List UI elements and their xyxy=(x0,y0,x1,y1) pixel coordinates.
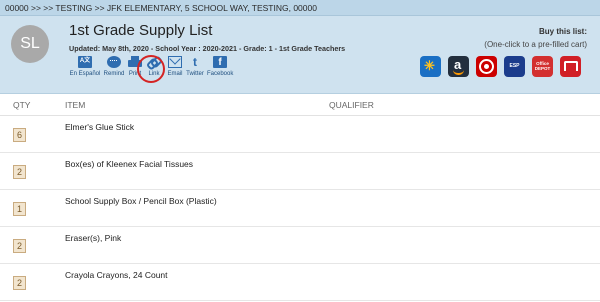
buy-subtitle: (One-click to a pre-filled cart) xyxy=(484,40,587,49)
target-button[interactable] xyxy=(476,56,497,77)
qty-badge: 6 xyxy=(13,128,26,142)
table-header: QTY ITEM QUALIFIER xyxy=(0,94,600,116)
office-depot-icon: Office DEPOT xyxy=(534,61,551,71)
table-row: 2 Box(es) of Kleenex Facial Tissues xyxy=(0,153,600,190)
walmart-button[interactable]: ✳ xyxy=(420,56,441,77)
en-espanol-button[interactable]: A文 En Español xyxy=(69,56,101,77)
store-buttons: ✳ a ESP Office DEPOT xyxy=(420,56,590,78)
link-button[interactable]: Link xyxy=(146,56,162,77)
link-icon xyxy=(147,56,161,68)
table-row: 2 Crayola Crayons, 24 Count xyxy=(0,264,600,301)
action-label: Print xyxy=(128,71,142,77)
translate-icon: A文 xyxy=(78,56,92,68)
email-button[interactable]: Email xyxy=(164,56,186,77)
list-header: SL 1st Grade Supply List Updated: May 8t… xyxy=(0,16,600,94)
table-row: 6 Elmer's Glue Stick xyxy=(0,116,600,153)
staples-button[interactable] xyxy=(560,56,581,77)
qty-badge: 2 xyxy=(13,276,26,290)
table-row: 2 Eraser(s), Pink xyxy=(0,227,600,264)
remind-icon xyxy=(107,56,121,68)
item-name: School Supply Box / Pencil Box (Plastic) xyxy=(65,196,217,206)
print-icon xyxy=(128,56,142,68)
qty-badge: 2 xyxy=(13,239,26,253)
table-row: 1 School Supply Box / Pencil Box (Plasti… xyxy=(0,190,600,227)
item-column-header: ITEM xyxy=(65,100,86,110)
walmart-icon: ✳ xyxy=(424,58,435,73)
item-name: Eraser(s), Pink xyxy=(65,233,122,243)
twitter-icon: t xyxy=(193,55,197,69)
action-label: Remind xyxy=(103,71,125,77)
action-label: Facebook xyxy=(207,71,234,77)
amazon-button[interactable]: a xyxy=(448,56,469,77)
action-label: En Español xyxy=(69,71,101,77)
twitter-button[interactable]: t Twitter xyxy=(184,56,206,77)
qty-column-header: QTY xyxy=(13,100,31,110)
page-title: 1st Grade Supply List xyxy=(69,22,213,39)
breadcrumb[interactable]: 00000 >> >> TESTING >> JFK ELEMENTARY, 5… xyxy=(0,0,600,16)
qty-badge: 1 xyxy=(13,202,26,216)
facebook-button[interactable]: f Facebook xyxy=(207,56,233,77)
list-meta: Updated: May 8th, 2020 - School Year : 2… xyxy=(69,44,346,53)
avatar: SL xyxy=(11,25,49,63)
action-label: Link xyxy=(148,71,160,77)
facebook-icon: f xyxy=(213,56,227,68)
action-label: Twitter xyxy=(186,71,204,77)
item-name: Crayola Crayons, 24 Count xyxy=(65,270,168,280)
email-icon xyxy=(168,56,182,68)
office-depot-button[interactable]: Office DEPOT xyxy=(532,56,553,77)
print-button[interactable]: Print xyxy=(126,56,144,77)
item-name: Elmer's Glue Stick xyxy=(65,122,135,132)
remind-button[interactable]: Remind xyxy=(103,56,125,77)
school-supply-icon: ESP xyxy=(509,63,520,69)
action-label: Email xyxy=(167,71,183,77)
amazon-icon: a xyxy=(454,57,462,72)
qty-badge: 2 xyxy=(13,165,26,179)
qualifier-column-header: QUALIFIER xyxy=(329,100,374,110)
buy-title: Buy this list: xyxy=(538,27,587,36)
item-name: Box(es) of Kleenex Facial Tissues xyxy=(65,159,194,169)
school-supply-store-button[interactable]: ESP xyxy=(504,56,525,77)
